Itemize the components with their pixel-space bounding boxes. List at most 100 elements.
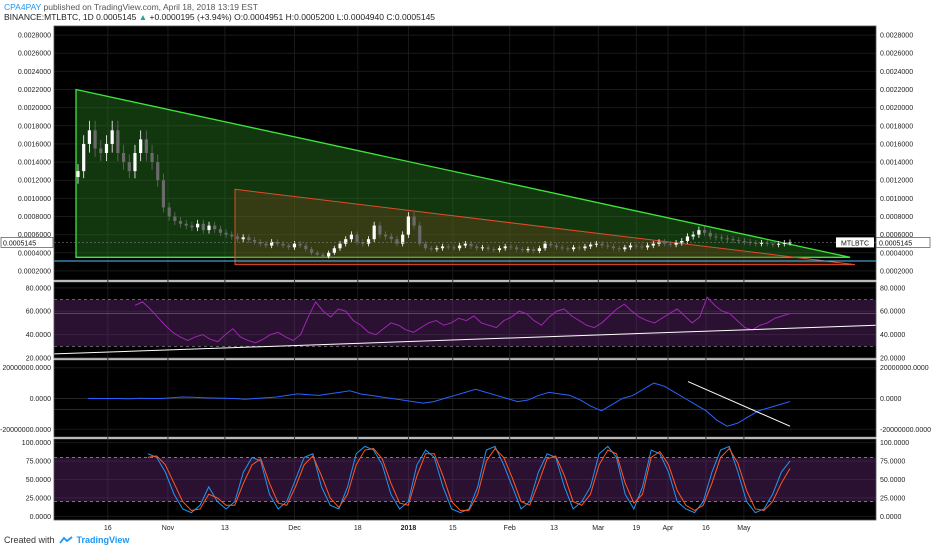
price-right-tick-label: 0.0008000: [880, 214, 913, 221]
x-axis-label: Dec: [288, 525, 301, 532]
candle-body: [708, 232, 712, 237]
candle-body: [127, 162, 131, 172]
macd-left-tick-label: 20000000.0000: [2, 365, 51, 372]
candle-body: [697, 230, 701, 235]
candle-body: [196, 223, 200, 228]
chart-canvas[interactable]: 0.0028000 0.0028000 0.0026000 0.0026000 0.00…: [0, 0, 932, 550]
candle-body: [628, 245, 633, 248]
price-left-tick-label: 0.0022000: [18, 87, 51, 94]
candle-body: [754, 242, 758, 244]
candle-body: [720, 237, 724, 239]
stoch-band: [54, 457, 876, 502]
candle-body: [685, 236, 690, 241]
candle-body: [771, 243, 775, 245]
candle-body: [765, 242, 769, 244]
candle-body: [76, 171, 80, 178]
rsi-right-tick-label: 80.0000: [880, 285, 905, 292]
price-right-tick-label: 0.0024000: [880, 69, 913, 76]
stochastic-right-tick-label: 75.0000: [880, 459, 905, 466]
price-left-tick-label: 0.0002000: [18, 268, 51, 275]
price-left-tick-label: 0.0018000: [18, 123, 51, 130]
candle-body: [646, 245, 650, 248]
candle-body: [737, 240, 741, 242]
candle-body: [725, 238, 729, 240]
candle-body: [566, 248, 570, 250]
candle-body: [121, 153, 126, 163]
rsi-right-tick-label: 60.0000: [880, 309, 905, 316]
rsi-left-tick-label: 60.0000: [26, 309, 51, 316]
macd-right-tick-label: 0.0000: [880, 396, 902, 403]
stochastic-left-tick-label: 100.0000: [22, 440, 51, 447]
candle-body: [247, 237, 251, 241]
stochastic-right-tick-label: 100.0000: [880, 440, 909, 447]
candle-body: [549, 243, 553, 246]
candle-body: [777, 243, 781, 245]
price-right-tick-label: 0.0016000: [880, 141, 913, 148]
candle-body: [338, 243, 342, 249]
price-left-tick-label: 0.0028000: [18, 33, 51, 40]
candle-body: [742, 240, 747, 242]
candle-body: [292, 243, 297, 248]
candle-body: [389, 236, 393, 240]
price-left-tick-label: 0.0008000: [18, 214, 51, 221]
candle-body: [418, 225, 422, 244]
x-axis-label: May: [737, 525, 751, 532]
candle-body: [224, 232, 228, 235]
candle-body: [99, 148, 103, 153]
macd-right-tick-label: -20000000.0000: [880, 427, 931, 434]
candle-body: [497, 248, 502, 251]
price-left-tick-label: 0.0024000: [18, 69, 51, 76]
candle-body: [514, 247, 519, 250]
candle-body: [156, 162, 160, 181]
candle-body: [332, 248, 336, 253]
price-left-tick-label: 0.0004000: [18, 250, 51, 257]
rsi-left-tick-label: 20.0000: [26, 356, 51, 363]
candle-body: [452, 247, 456, 249]
candle-body: [674, 242, 678, 245]
candle-body: [560, 247, 564, 249]
candle-body: [150, 153, 154, 163]
candle-body: [252, 240, 257, 242]
candle-body: [139, 139, 143, 153]
candle-body: [526, 249, 530, 251]
price-right-tick-label: 0.0002000: [880, 268, 913, 275]
price-left-tick-label: 0.0016000: [18, 141, 51, 148]
candle-body: [173, 216, 177, 222]
candle-body: [298, 243, 302, 246]
candle-body: [116, 130, 120, 153]
candle-body: [133, 153, 137, 172]
candle-body: [634, 245, 638, 247]
candle-body: [241, 237, 245, 240]
candle-body: [167, 207, 171, 217]
candle-body: [463, 243, 467, 246]
price-left-tick-label: 0.0012000: [18, 178, 51, 185]
candle-body: [600, 243, 604, 246]
candle-body: [651, 243, 655, 246]
candle-body: [589, 244, 593, 247]
candle-body: [577, 247, 581, 249]
x-axis-label: Feb: [504, 525, 516, 532]
candle-body: [714, 236, 718, 238]
price-tag-left: 0.0005145: [3, 240, 36, 247]
candle-body: [429, 248, 433, 250]
candle-body: [668, 243, 672, 245]
stochastic-left-tick-label: 75.0000: [26, 459, 51, 466]
candle-body: [611, 246, 616, 249]
candle-body: [201, 223, 205, 231]
x-axis-label: 16: [104, 525, 112, 532]
candle-body: [406, 216, 410, 235]
candle-body: [532, 249, 536, 251]
candle-body: [287, 245, 291, 248]
candle-body: [178, 221, 183, 224]
candle-body: [640, 246, 644, 248]
candle-body: [475, 246, 479, 249]
x-axis-label: Apr: [662, 525, 674, 532]
macd-left-tick-label: 0.0000: [30, 396, 52, 403]
tradingview-brand[interactable]: TradingView: [77, 535, 130, 545]
candle-body: [349, 234, 354, 240]
x-axis-label: 13: [550, 525, 558, 532]
x-axis-label: 19: [632, 525, 640, 532]
symbol-tag: MTLBTC: [841, 240, 869, 247]
candle-body: [315, 252, 319, 255]
candle-body: [110, 130, 114, 144]
